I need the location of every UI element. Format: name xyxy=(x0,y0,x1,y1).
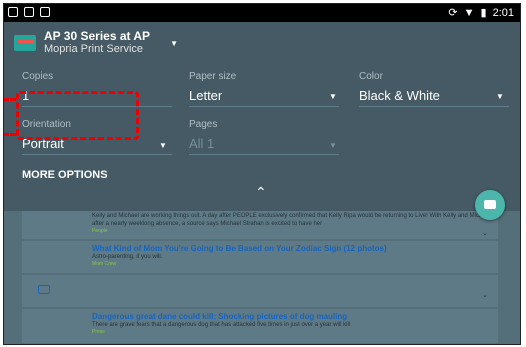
paper-size-label: Paper size xyxy=(189,71,237,82)
battery-icon: ▮ xyxy=(480,7,487,19)
sync-icon: ⟳ xyxy=(448,7,458,19)
article-title: What Kind of Mom You're Going to Be Base… xyxy=(92,244,387,253)
download-icon xyxy=(40,7,50,17)
chevron-down-icon: ⌄ xyxy=(482,292,488,299)
status-time: 2:01 xyxy=(492,6,514,19)
article-desc: Kelly and Michael are working things out… xyxy=(92,213,491,227)
status-left-icons xyxy=(8,7,50,17)
print-icon xyxy=(484,200,496,209)
copies-label: Copies xyxy=(22,71,54,82)
pages-underline xyxy=(189,154,339,155)
article-desc: There are grave fears that a dangerous d… xyxy=(92,322,351,328)
chevron-down-icon[interactable]: ▼ xyxy=(329,92,337,101)
more-options-button[interactable]: MORE OPTIONS xyxy=(22,169,108,181)
color-underline xyxy=(359,106,509,107)
paper-size-select[interactable]: Letter xyxy=(189,88,222,103)
article-source: Mom Crew xyxy=(92,261,117,267)
pages-select: All 1 xyxy=(189,136,215,151)
color-label: Color xyxy=(359,71,383,82)
mopria-logo-icon xyxy=(14,35,36,51)
annotation-leader-top xyxy=(4,98,16,101)
notification-icon xyxy=(8,7,18,17)
orientation-underline xyxy=(22,154,172,155)
printer-name: AP 30 Series at AP xyxy=(44,29,151,43)
message-icon xyxy=(38,285,50,294)
list-item xyxy=(22,275,498,307)
status-bar: ⟳ ▼ ▮ 2:01 xyxy=(4,4,520,22)
pages-label: Pages xyxy=(189,119,218,130)
chevron-down-icon: ▼ xyxy=(329,141,337,150)
article-desc: Astro-parenting, if you will. xyxy=(92,254,163,260)
printer-service: Mopria Print Service xyxy=(44,43,144,55)
orientation-highlight-box xyxy=(16,91,139,140)
status-right-icons: ⟳ ▼ ▮ 2:01 xyxy=(448,6,514,20)
article-source: People xyxy=(92,228,108,234)
article-item[interactable]: Kelly and Michael are working things out… xyxy=(92,212,492,234)
annotation-leader-bottom xyxy=(4,133,16,136)
printer-selector[interactable]: AP 30 Series at AP Mopria Print Service … xyxy=(14,30,178,56)
chevron-down-icon: ▼ xyxy=(170,38,178,48)
wifi-icon: ▼ xyxy=(463,6,475,19)
chevron-down-icon[interactable]: ▼ xyxy=(496,92,504,101)
paper-size-underline xyxy=(189,106,339,107)
print-preview: Kelly and Michael are working things out… xyxy=(4,211,520,344)
color-select[interactable]: Black & White xyxy=(359,88,440,103)
chevron-down-icon[interactable]: ▼ xyxy=(159,141,167,150)
screenshot-icon xyxy=(24,7,34,17)
device-screen: ⟳ ▼ ▮ 2:01 AP 30 Series at AP Mopria Pri… xyxy=(3,3,521,345)
print-button[interactable] xyxy=(475,190,505,220)
article-source: Press xyxy=(92,329,105,335)
chevron-down-icon: ⌄ xyxy=(482,230,488,237)
chevron-up-icon[interactable]: ⌃ xyxy=(255,184,267,201)
article-title: Dangerous great dane could kill: Shockin… xyxy=(92,312,348,321)
article-item[interactable]: Dangerous great dane could kill: Shockin… xyxy=(92,312,492,335)
article-item[interactable]: What Kind of Mom You're Going to Be Base… xyxy=(92,244,492,267)
